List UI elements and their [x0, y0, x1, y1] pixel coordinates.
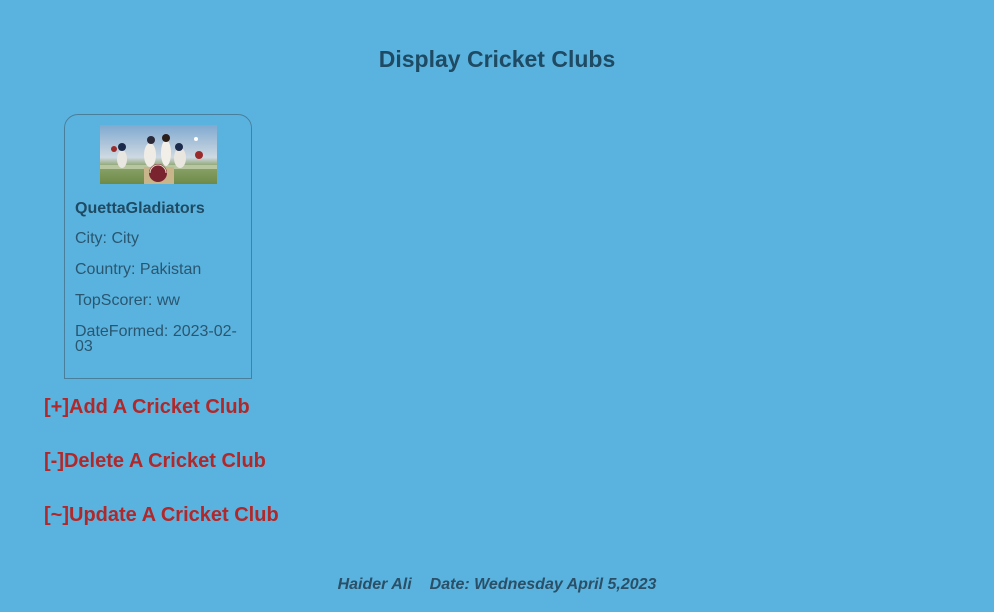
club-date-formed: DateFormed: 2023-02-03	[75, 323, 237, 355]
page-title: Display Cricket Clubs	[378, 46, 616, 72]
club-city: City: City	[75, 230, 139, 247]
footer: Haider Ali Date: Wednesday April 5,2023	[0, 576, 994, 594]
delete-club-link[interactable]: [-]Delete A Cricket Club	[44, 450, 266, 473]
club-card: QuettaGladiators City: City Country: Pak…	[64, 114, 252, 379]
club-image	[100, 125, 217, 184]
club-country: Country: Pakistan	[75, 261, 202, 278]
footer-date: Date: Wednesday April 5,2023	[429, 576, 657, 593]
add-club-link[interactable]: [+]Add A Cricket Club	[44, 396, 250, 419]
club-top-scorer: TopScorer: ww	[75, 292, 180, 309]
footer-author: Haider Ali	[337, 576, 412, 593]
club-name: QuettaGladiators	[75, 200, 205, 217]
update-club-link[interactable]: [~]Update A Cricket Club	[44, 504, 279, 527]
